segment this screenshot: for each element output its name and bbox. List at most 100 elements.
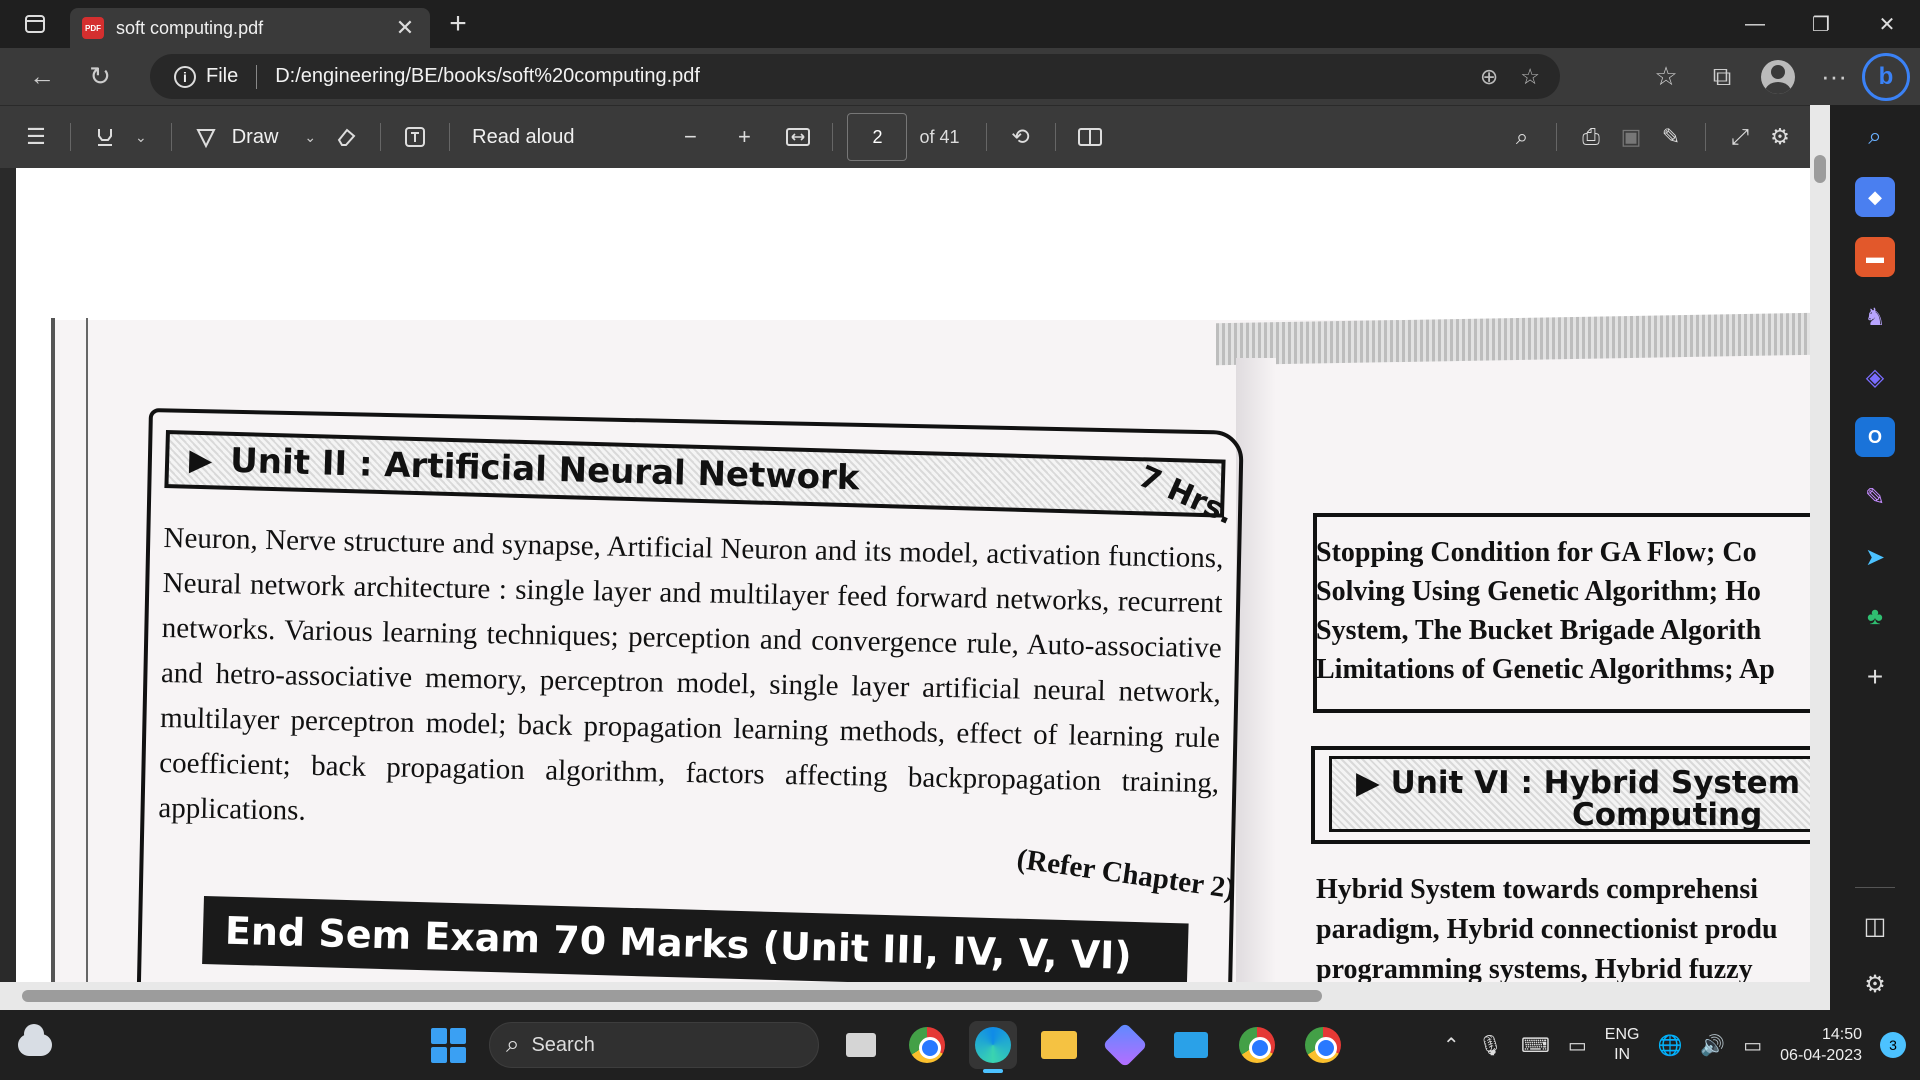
draw-dropdown-icon[interactable]: ⌄: [304, 129, 316, 146]
desktop-app[interactable]: [1167, 1021, 1215, 1069]
divider: [1054, 123, 1056, 151]
save-icon[interactable]: ▣: [1611, 117, 1651, 157]
page-view-icon[interactable]: [1070, 117, 1110, 157]
read-aloud-button[interactable]: Read aloud: [472, 126, 574, 149]
zoom-out-button[interactable]: −: [670, 117, 710, 157]
vertical-scrollbar[interactable]: [1810, 105, 1830, 982]
microsoft-365-icon[interactable]: ◈: [1855, 357, 1895, 397]
microphone-icon[interactable]: 🎙: [1478, 1033, 1503, 1058]
new-tab-button[interactable]: +: [436, 4, 480, 44]
sidebar-search-icon[interactable]: ⌕: [1855, 117, 1895, 157]
battery-icon[interactable]: ▭: [1743, 1033, 1762, 1058]
bing-icon[interactable]: b: [1862, 52, 1910, 101]
sidebar-bottom: ◫ ⚙: [1830, 887, 1920, 1004]
tab-actions-button[interactable]: [0, 0, 70, 48]
chrome-icon: [1239, 1027, 1275, 1063]
chrome-profile-app[interactable]: [903, 1021, 951, 1069]
address-url[interactable]: D:/engineering/BE/books/soft%20computing…: [275, 65, 700, 88]
draw-button[interactable]: Draw: [232, 126, 279, 149]
tab-soft-computing[interactable]: PDF soft computing.pdf ✕: [70, 8, 430, 48]
weather-widget[interactable]: [0, 1010, 70, 1080]
address-bar[interactable]: i File D:/engineering/BE/books/soft%20co…: [150, 54, 1560, 99]
contents-icon[interactable]: ☰: [16, 117, 56, 157]
search-icon[interactable]: ⌕: [1502, 117, 1542, 157]
fit-width-icon[interactable]: [778, 117, 818, 157]
divider: [70, 123, 71, 151]
scrollbar-thumb[interactable]: [1814, 155, 1826, 183]
draw-icon[interactable]: [186, 117, 226, 157]
add-favorite-icon[interactable]: ☆: [1520, 64, 1540, 90]
back-button[interactable]: ←: [16, 55, 68, 99]
favorites-icon[interactable]: ☆: [1638, 55, 1694, 99]
display-icon[interactable]: ▭: [1568, 1033, 1587, 1058]
network-globe-icon[interactable]: 🌐: [1657, 1033, 1682, 1058]
clock-time: 14:50: [1821, 1026, 1862, 1043]
folder-icon: [1041, 1031, 1077, 1059]
toolbar-right: ☆ ⧉ ··· b: [1638, 48, 1920, 105]
shopping-tag-icon[interactable]: ◆: [1855, 177, 1895, 217]
chrome-app-2[interactable]: [1299, 1021, 1347, 1069]
file-explorer-app[interactable]: [1035, 1021, 1083, 1069]
add-sidebar-app-icon[interactable]: +: [1855, 657, 1895, 697]
maximize-button[interactable]: ❐: [1788, 0, 1854, 48]
profile-button[interactable]: [1750, 55, 1806, 99]
unit6-title-text: Unit VI : Hybrid System a: [1390, 765, 1810, 801]
save-as-icon[interactable]: ✎: [1651, 117, 1691, 157]
tab-title: soft computing.pdf: [116, 17, 264, 38]
full-screen-icon[interactable]: ⤢: [1720, 117, 1760, 157]
zoom-in-button[interactable]: +: [724, 117, 764, 157]
minimize-button[interactable]: —: [1722, 0, 1788, 48]
chevron-up-icon[interactable]: ⌃: [1443, 1033, 1460, 1058]
collections-icon[interactable]: ⧉: [1694, 55, 1750, 99]
taskbar-apps: ⌕ Search: [425, 1010, 1347, 1080]
text-box-icon[interactable]: [395, 117, 435, 157]
horizontal-scrollbar[interactable]: [0, 982, 1830, 1010]
highlight-dropdown-icon[interactable]: ⌄: [135, 129, 147, 146]
rotate-icon[interactable]: ⟲: [1001, 117, 1041, 157]
copilot-app[interactable]: [1101, 1021, 1149, 1069]
designer-icon[interactable]: ✎: [1855, 477, 1895, 517]
tab-close-button[interactable]: ✕: [392, 15, 418, 41]
scrollbar-thumb[interactable]: [22, 990, 1322, 1002]
right-column-text: Stopping Condition for GA Flow; Co Solvi…: [1316, 533, 1810, 689]
unit2-body: Neuron, Nerve structure and synapse, Art…: [158, 521, 1224, 827]
tab-actions-icon: [25, 15, 45, 33]
send-icon[interactable]: ➤: [1855, 537, 1895, 577]
pdf-toolbar: ☰ ⌄ Draw ⌄ Read aloud − + 2 of 41 ⟲ ⌕ ⎙ …: [0, 105, 1810, 168]
settings-gear-icon[interactable]: ⚙: [1760, 117, 1800, 157]
divider: [832, 123, 834, 151]
edge-app[interactable]: [969, 1021, 1017, 1073]
monitor-icon: [1174, 1032, 1208, 1058]
pdf-page: ▶ Unit II : Artificial Neural Network 7 …: [16, 168, 1810, 982]
taskbar-search[interactable]: ⌕ Search: [489, 1022, 819, 1068]
sidebar-settings-gear-icon[interactable]: ⚙: [1855, 964, 1895, 1004]
eraser-icon[interactable]: [326, 117, 366, 157]
outlook-icon[interactable]: O: [1855, 417, 1895, 457]
close-window-button[interactable]: ✕: [1854, 0, 1920, 48]
site-info-button[interactable]: i File: [174, 65, 238, 88]
notification-badge[interactable]: 3: [1880, 1032, 1906, 1058]
more-button[interactable]: ···: [1806, 55, 1862, 99]
keyboard-icon[interactable]: ⌨: [1521, 1033, 1550, 1058]
refresh-button[interactable]: ↻: [74, 55, 126, 99]
games-icon[interactable]: ♞: [1855, 297, 1895, 337]
tree-icon[interactable]: ♣: [1855, 597, 1895, 637]
arrow-icon: ▶: [188, 443, 213, 477]
volume-icon[interactable]: 🔊: [1700, 1033, 1725, 1058]
pdf-icon: PDF: [82, 17, 104, 39]
unit2-title: Unit II : Artificial Neural Network: [229, 440, 860, 499]
page-number-input[interactable]: 2: [847, 113, 908, 161]
hide-sidebar-icon[interactable]: ◫: [1855, 906, 1895, 946]
chrome-app[interactable]: [1233, 1021, 1281, 1069]
lang-line1: ENG: [1604, 1026, 1640, 1043]
pdf-viewer[interactable]: ▶ Unit II : Artificial Neural Network 7 …: [0, 168, 1810, 982]
print-icon[interactable]: ⎙: [1571, 117, 1611, 157]
task-view-button[interactable]: [837, 1021, 885, 1069]
zoom-icon[interactable]: ⊕: [1480, 64, 1498, 90]
clock[interactable]: 14:50 06-04-2023: [1780, 1024, 1862, 1066]
start-button[interactable]: [425, 1022, 471, 1068]
language-indicator[interactable]: ENG IN: [1605, 1025, 1640, 1065]
tools-briefcase-icon[interactable]: ▬: [1855, 237, 1895, 277]
text-line: Hybrid System towards comprehensi: [1316, 874, 1759, 905]
highlight-icon[interactable]: [85, 117, 125, 157]
